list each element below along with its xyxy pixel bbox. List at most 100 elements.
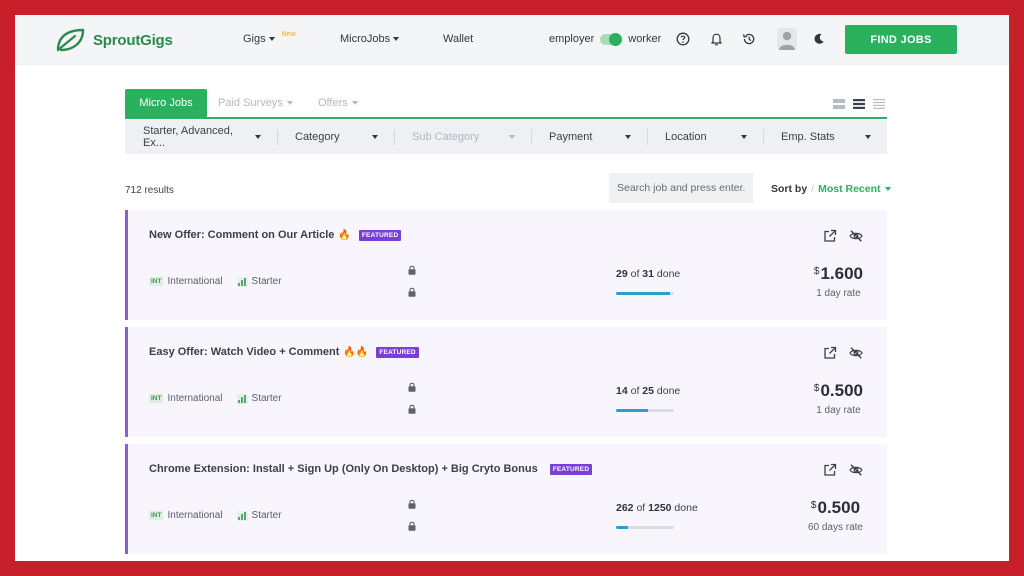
chevron-down-icon bbox=[884, 187, 891, 191]
job-tags: INT International Starter bbox=[149, 276, 282, 287]
progress-bar-fill bbox=[616, 409, 649, 412]
of-label: of bbox=[630, 268, 640, 280]
filter-sub-category[interactable]: Sub Category bbox=[394, 120, 531, 154]
done-count: 262 bbox=[616, 502, 634, 514]
find-jobs-button[interactable]: FIND JOBS bbox=[845, 25, 957, 54]
tab-micro-jobs-label: Micro Jobs bbox=[139, 97, 193, 109]
chevron-down-icon bbox=[741, 135, 747, 139]
done-count: 14 bbox=[616, 385, 628, 397]
tab-offers-label: Offers bbox=[318, 97, 348, 109]
level-label: Starter bbox=[251, 393, 282, 404]
filter-bar: Starter, Advanced, Ex... Category Sub Ca… bbox=[125, 120, 887, 154]
job-title-link[interactable]: Chrome Extension: Install + Sign Up (Onl… bbox=[149, 463, 593, 475]
region-code-icon: INT bbox=[149, 277, 164, 286]
filter-location-label: Location bbox=[665, 131, 707, 143]
job-payment: $0.500 60 days rate bbox=[808, 498, 863, 533]
done-label: done bbox=[674, 502, 698, 514]
filter-category[interactable]: Category bbox=[277, 120, 394, 154]
avatar[interactable] bbox=[777, 28, 797, 50]
nav-wallet[interactable]: Wallet bbox=[443, 33, 473, 45]
job-locks bbox=[408, 265, 416, 297]
nav-microjobs-label: MicroJobs bbox=[340, 33, 391, 45]
nav-wallet-label: Wallet bbox=[443, 33, 474, 45]
done-label: done bbox=[656, 268, 681, 280]
filter-sub-category-label: Sub Category bbox=[412, 131, 480, 143]
progress-text: 14 of 25 done bbox=[616, 385, 706, 397]
job-card[interactable]: Chrome Extension: Install + Sign Up (Onl… bbox=[125, 444, 887, 554]
job-title-link[interactable]: New Offer: Comment on Our Article 🔥 FEATU… bbox=[149, 229, 402, 241]
history-icon[interactable] bbox=[741, 31, 757, 47]
job-actions bbox=[823, 346, 863, 360]
view-list-icon[interactable] bbox=[853, 99, 865, 109]
level-label: Starter bbox=[251, 276, 282, 287]
nav-gigs[interactable]: Gigs New bbox=[243, 30, 298, 45]
view-mode-switcher bbox=[833, 99, 885, 109]
view-compact-list-icon[interactable] bbox=[873, 99, 885, 109]
of-label: of bbox=[636, 502, 646, 514]
nav-microjobs[interactable]: MicroJobs bbox=[340, 33, 400, 45]
employer-worker-toggle[interactable] bbox=[600, 32, 623, 46]
filter-payment[interactable]: Payment bbox=[531, 120, 647, 154]
lock-icon bbox=[408, 521, 416, 531]
job-title: Easy Offer: Watch Video + Comment bbox=[149, 346, 340, 358]
mode-switch: employer worker bbox=[549, 32, 662, 46]
tab-paid-surveys[interactable]: Paid Surveys bbox=[218, 89, 293, 117]
job-locks bbox=[408, 499, 416, 531]
region-code-icon: INT bbox=[149, 511, 164, 520]
progress-bar bbox=[616, 526, 674, 529]
currency-symbol: $ bbox=[813, 383, 820, 394]
results-count: 712 results bbox=[125, 185, 174, 196]
brand-logo[interactable]: SproutGigs bbox=[55, 27, 173, 53]
chevron-down-icon bbox=[351, 101, 358, 105]
job-title-link[interactable]: Easy Offer: Watch Video + Comment 🔥🔥 FEAT… bbox=[149, 346, 419, 358]
total-count: 31 bbox=[642, 268, 654, 280]
view-large-list-icon[interactable] bbox=[833, 99, 845, 109]
filter-location[interactable]: Location bbox=[647, 120, 763, 154]
job-actions bbox=[823, 463, 863, 477]
filter-employer-stats[interactable]: Emp. Stats bbox=[763, 120, 887, 154]
hide-eye-slash-icon[interactable] bbox=[849, 346, 863, 360]
dark-mode-moon-icon[interactable] bbox=[811, 31, 827, 47]
level-tag: Starter bbox=[236, 276, 282, 287]
region-tag: INT International bbox=[149, 510, 223, 521]
chevron-down-icon bbox=[865, 135, 871, 139]
level-bars-icon bbox=[236, 510, 248, 521]
rate-label: 1 day rate bbox=[816, 405, 861, 416]
job-tags: INT International Starter bbox=[149, 393, 282, 404]
chevron-down-icon bbox=[255, 135, 261, 139]
open-external-icon[interactable] bbox=[823, 346, 837, 360]
job-type-tabs: Micro Jobs Paid Surveys Offers bbox=[125, 89, 887, 119]
job-payment: $0.500 1 day rate bbox=[814, 381, 863, 416]
price-value: 1.600 bbox=[820, 264, 863, 283]
open-external-icon[interactable] bbox=[823, 463, 837, 477]
progress-bar bbox=[616, 409, 674, 412]
level-tag: Starter bbox=[236, 510, 282, 521]
tab-micro-jobs[interactable]: Micro Jobs bbox=[125, 89, 207, 117]
filter-employer-stats-label: Emp. Stats bbox=[781, 131, 835, 143]
region-label: International bbox=[167, 276, 223, 287]
leaf-logo-icon bbox=[56, 28, 85, 52]
progress-bar-fill bbox=[616, 526, 629, 529]
job-card[interactable]: Easy Offer: Watch Video + Comment 🔥🔥 FEAT… bbox=[125, 327, 887, 437]
hide-eye-slash-icon[interactable] bbox=[849, 229, 863, 243]
job-progress: 262 of 1250 done bbox=[616, 502, 706, 529]
top-navbar: SproutGigs Gigs New MicroJobs Wallet emp… bbox=[15, 15, 1009, 65]
help-icon[interactable] bbox=[675, 31, 691, 47]
sort-control: Sort by / Most Recent bbox=[771, 183, 891, 195]
mode-worker-label: worker bbox=[628, 33, 662, 45]
progress-text: 262 of 1250 done bbox=[616, 502, 706, 514]
job-search-input[interactable] bbox=[609, 173, 753, 203]
sort-separator: / bbox=[811, 183, 815, 195]
open-external-icon[interactable] bbox=[823, 229, 837, 243]
lock-icon bbox=[408, 499, 416, 509]
price: $0.500 bbox=[814, 381, 863, 401]
sort-dropdown[interactable]: Most Recent bbox=[818, 183, 880, 195]
filter-payment-label: Payment bbox=[549, 131, 593, 143]
hide-eye-slash-icon[interactable] bbox=[849, 463, 863, 477]
level-label: Starter bbox=[251, 510, 282, 521]
tab-offers[interactable]: Offers bbox=[318, 89, 358, 117]
bell-icon[interactable] bbox=[708, 31, 724, 47]
job-card[interactable]: New Offer: Comment on Our Article 🔥 FEATU… bbox=[125, 210, 887, 320]
chevron-down-icon bbox=[393, 37, 400, 41]
filter-level[interactable]: Starter, Advanced, Ex... bbox=[125, 120, 277, 154]
